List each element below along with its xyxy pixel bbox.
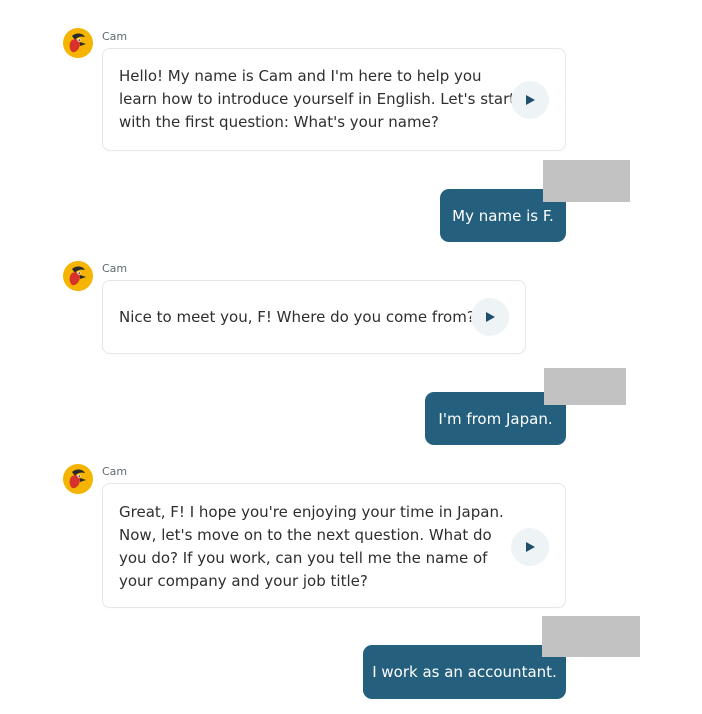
cam-avatar-icon	[63, 464, 93, 494]
message-line: Nice to meet you, F! Where do you come f…	[119, 308, 475, 326]
message-line: you do? If you work, can you tell me the…	[119, 549, 488, 567]
play-icon	[526, 95, 535, 105]
redaction-box	[544, 368, 626, 405]
user-message-bubble: I work as an accountant.	[363, 645, 566, 699]
play-icon	[486, 312, 495, 322]
message-line: learn how to introduce yourself in Engli…	[119, 90, 516, 108]
sender-name: Cam	[102, 30, 128, 43]
play-audio-button[interactable]	[511, 528, 549, 566]
user-message-text: I work as an accountant.	[372, 663, 557, 681]
message-line: with the first question: What's your nam…	[119, 113, 439, 131]
cam-avatar-icon	[63, 261, 93, 291]
bot-message-bubble: Hello! My name is Cam and I'm here to he…	[102, 48, 566, 151]
play-audio-button[interactable]	[471, 298, 509, 336]
play-audio-button[interactable]	[511, 81, 549, 119]
message-line: Now, let's move on to the next question.…	[119, 526, 492, 544]
message-line: Great, F! I hope you're enjoying your ti…	[119, 503, 504, 521]
sender-name: Cam	[102, 262, 128, 275]
bot-message-bubble: Nice to meet you, F! Where do you come f…	[102, 280, 526, 354]
play-icon	[526, 542, 535, 552]
cam-avatar-icon	[63, 28, 93, 58]
bot-message-text: Nice to meet you, F! Where do you come f…	[119, 306, 475, 329]
user-message-text: My name is F.	[452, 206, 554, 225]
bot-message-text: Hello! My name is Cam and I'm here to he…	[119, 65, 515, 134]
redaction-box	[543, 160, 630, 202]
redaction-box	[542, 616, 640, 657]
user-message-text: I'm from Japan.	[438, 409, 553, 428]
message-line: your company and your job title?	[119, 572, 368, 590]
sender-name: Cam	[102, 465, 128, 478]
bot-message-bubble: Great, F! I hope you're enjoying your ti…	[102, 483, 566, 608]
message-line: Hello! My name is Cam and I'm here to he…	[119, 67, 482, 85]
bot-message-text: Great, F! I hope you're enjoying your ti…	[119, 501, 504, 593]
